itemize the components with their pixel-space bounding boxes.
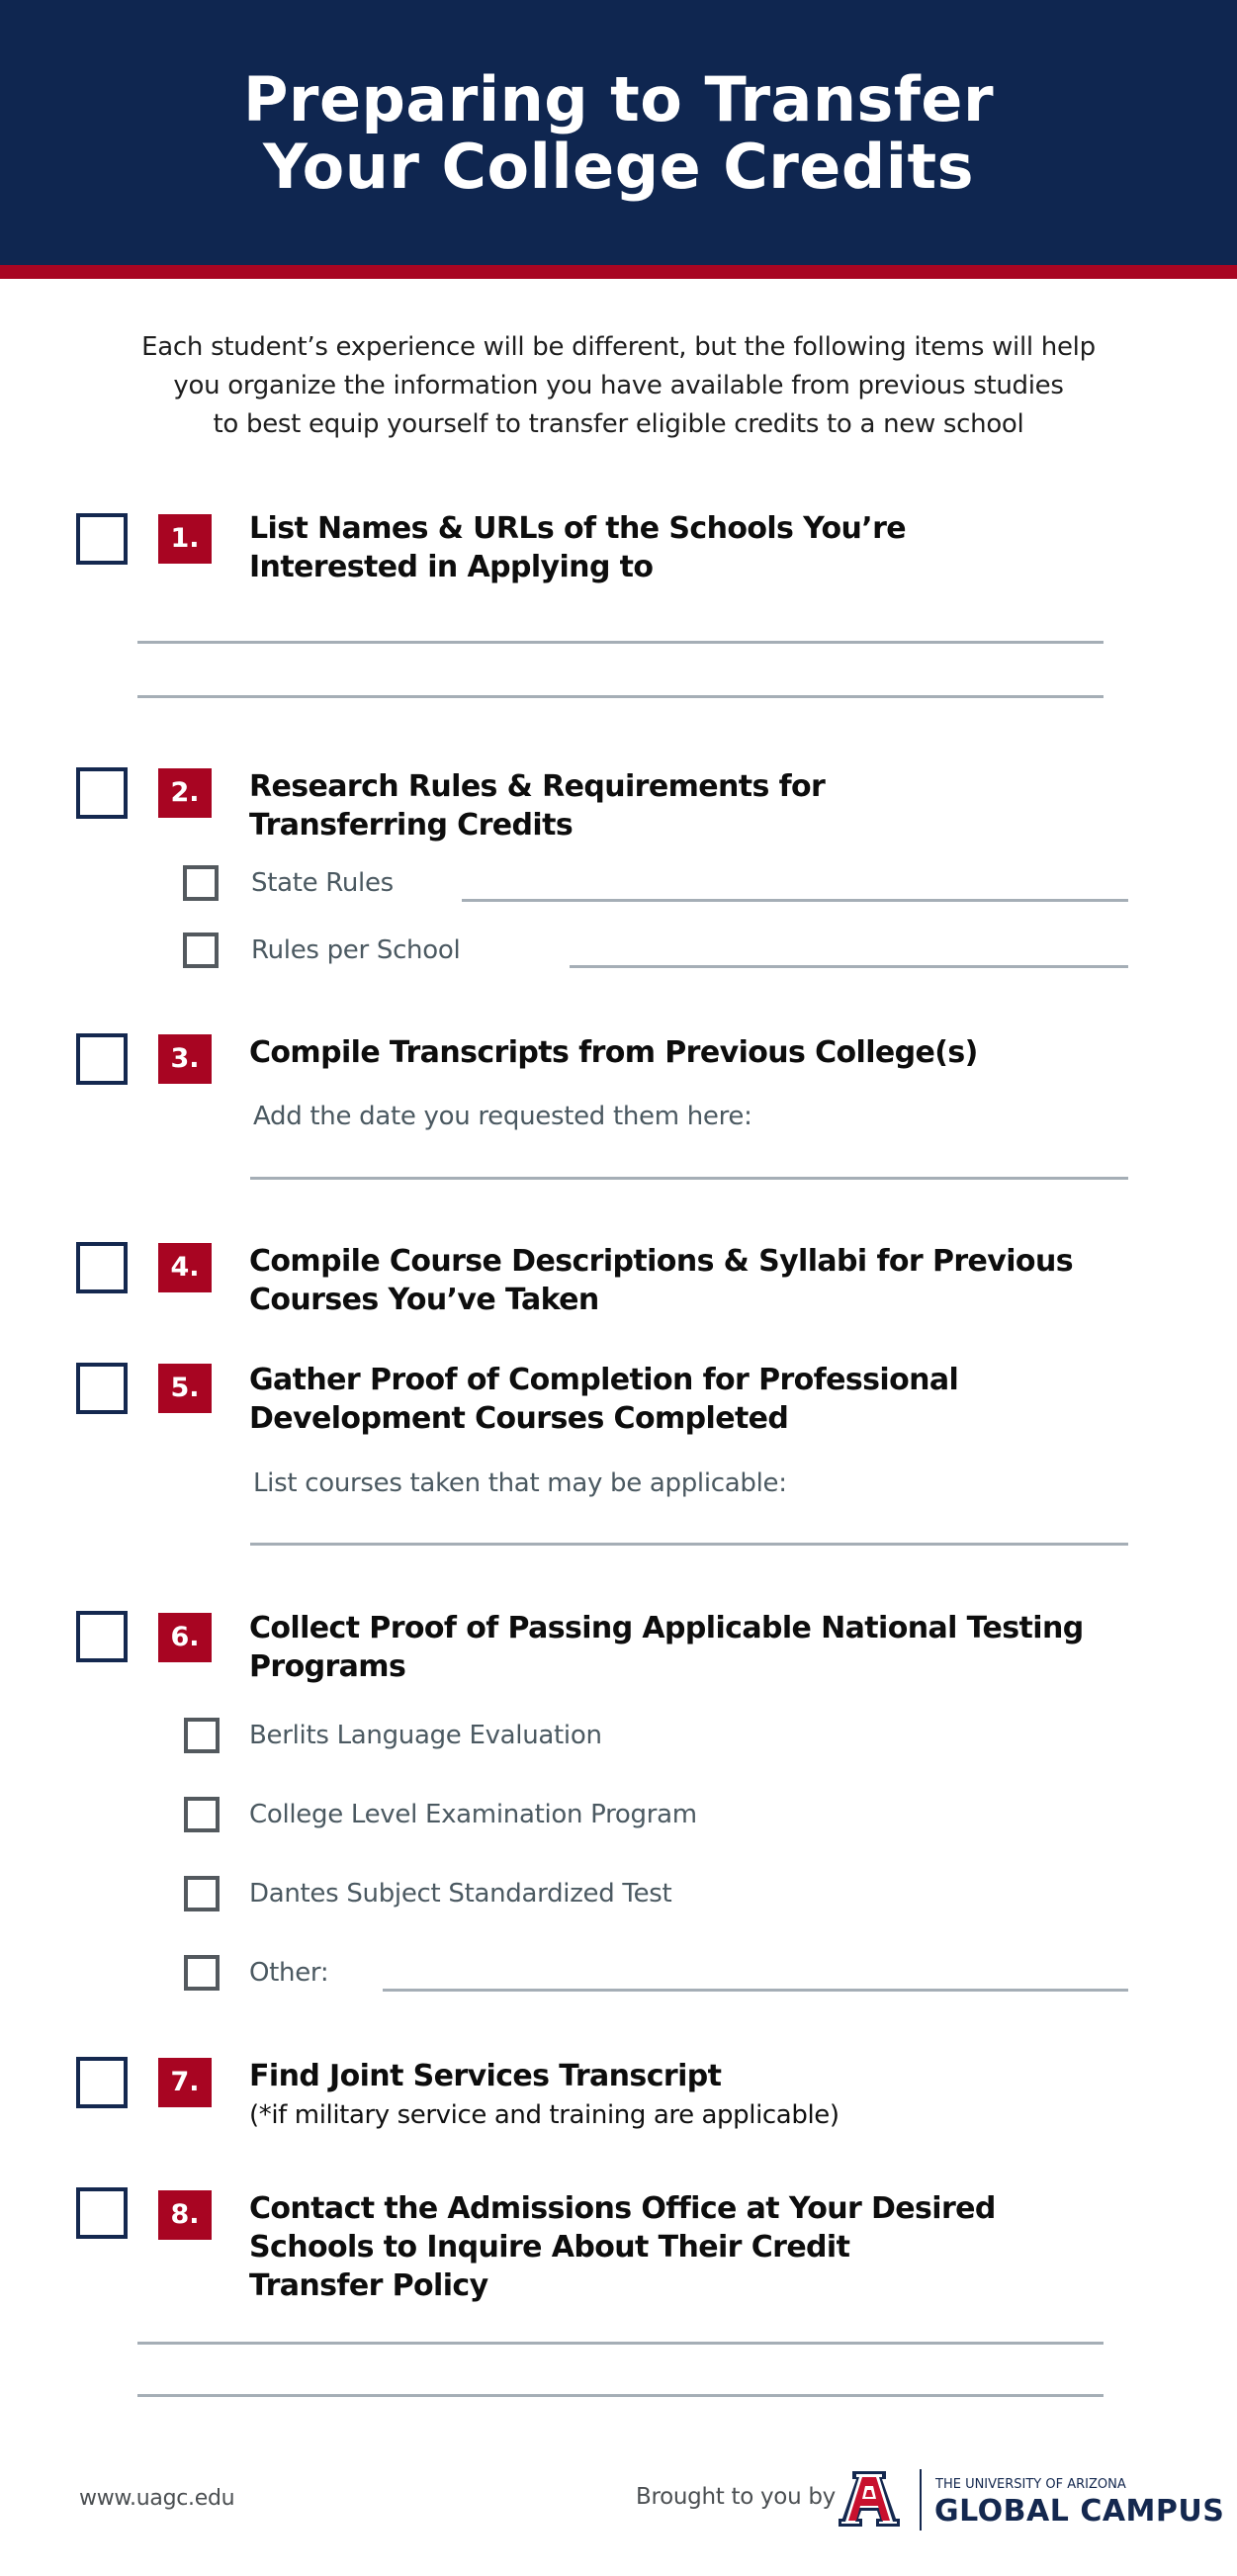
item-1-title-line: List Names & URLs of the Schools You’re — [249, 511, 907, 546]
item-5-title: Gather Proof of Completion for Professio… — [249, 1361, 959, 1438]
subitem-rules-per-school-label: Rules per School — [251, 935, 461, 965]
subitem-clep-label: College Level Examination Program — [249, 1800, 697, 1829]
item-5-checkbox[interactable] — [76, 1363, 128, 1414]
item-8-number-badge: 8. — [158, 2190, 212, 2240]
logo-divider — [920, 2469, 922, 2531]
item-2-title-line: Research Rules & Requirements for — [249, 769, 826, 804]
item-1-checkbox[interactable] — [76, 513, 128, 565]
item-5-title-line: Development Courses Completed — [249, 1401, 789, 1436]
header-accent-stripe — [0, 265, 1237, 279]
subitem-clep-checkbox[interactable] — [184, 1797, 220, 1832]
item-3-write-line[interactable] — [250, 1177, 1128, 1180]
block-a-logo-icon — [839, 2469, 900, 2529]
item-1-number-badge: 1. — [158, 514, 212, 564]
item-2-title-line: Transferring Credits — [249, 808, 574, 843]
subitem-dsst-checkbox[interactable] — [184, 1876, 220, 1911]
item-6-title-line: Programs — [249, 1649, 406, 1684]
state-rules-write-line[interactable] — [462, 899, 1128, 902]
item-1-write-line-2[interactable] — [137, 695, 1104, 698]
item-7-checkbox[interactable] — [76, 2057, 128, 2108]
item-5-write-line[interactable] — [250, 1543, 1128, 1546]
subitem-state-rules-checkbox[interactable] — [183, 865, 219, 901]
item-4-number-badge: 4. — [158, 1243, 212, 1292]
item-4-title: Compile Course Descriptions & Syllabi fo… — [249, 1242, 1074, 1319]
subitem-state-rules-label: State Rules — [251, 868, 394, 898]
item-4-title-line: Courses You’ve Taken — [249, 1283, 599, 1317]
subitem-other-checkbox[interactable] — [184, 1955, 220, 1991]
item-8-write-line-1[interactable] — [137, 2342, 1104, 2345]
item-7-number-badge: 7. — [158, 2058, 212, 2107]
intro-line: Each student’s experience will be differ… — [141, 332, 1096, 362]
item-7-title: Find Joint Services Transcript — [249, 2057, 722, 2095]
item-2-number-badge: 2. — [158, 768, 212, 818]
subitem-rules-per-school-checkbox[interactable] — [183, 933, 219, 968]
item-6-title-line: Collect Proof of Passing Applicable Nati… — [249, 1611, 1084, 1645]
item-1-title-line: Interested in Applying to — [249, 550, 654, 584]
item-6-checkbox[interactable] — [76, 1611, 128, 1662]
logo-campus-name: GLOBAL CAMPUS — [934, 2494, 1225, 2529]
item-8-title-line: Contact the Admissions Office at Your De… — [249, 2191, 996, 2226]
subitem-berlits-checkbox[interactable] — [184, 1718, 220, 1753]
item-4-title-line: Compile Course Descriptions & Syllabi fo… — [249, 1244, 1074, 1279]
item-3-number-badge: 3. — [158, 1034, 212, 1084]
header-banner: Preparing to Transfer Your College Credi… — [0, 0, 1237, 265]
brought-to-you-by-text: Brought to you by — [636, 2484, 836, 2510]
item-5-prompt: List courses taken that may be applicabl… — [253, 1468, 787, 1498]
subitem-dsst-label: Dantes Subject Standardized Test — [249, 1879, 672, 1909]
item-8-title: Contact the Admissions Office at Your De… — [249, 2189, 996, 2305]
item-7-title-line: Find Joint Services Transcript — [249, 2059, 722, 2093]
item-7-note: (*if military service and training are a… — [249, 2100, 839, 2130]
website-url[interactable]: www.uagc.edu — [79, 2486, 235, 2511]
item-5-number-badge: 5. — [158, 1364, 212, 1413]
subitem-berlits-label: Berlits Language Evaluation — [249, 1721, 602, 1750]
item-8-title-line: Transfer Policy — [249, 2268, 488, 2303]
item-6-title: Collect Proof of Passing Applicable Nati… — [249, 1609, 1084, 1686]
item-8-title-line: Schools to Inquire About Their Credit — [249, 2230, 850, 2265]
item-3-title: Compile Transcripts from Previous Colleg… — [249, 1033, 978, 1072]
intro-paragraph: Each student’s experience will be differ… — [0, 328, 1237, 444]
item-6-number-badge: 6. — [158, 1613, 212, 1662]
item-5-title-line: Gather Proof of Completion for Professio… — [249, 1363, 959, 1397]
item-2-title: Research Rules & Requirements for Transf… — [249, 767, 826, 844]
logo-university-name: THE UNIVERSITY OF ARIZONA — [935, 2477, 1126, 2492]
item-8-checkbox[interactable] — [76, 2187, 128, 2239]
item-1-title: List Names & URLs of the Schools You’re … — [249, 509, 907, 586]
rules-per-school-write-line[interactable] — [570, 965, 1128, 968]
subitem-other-label: Other: — [249, 1958, 329, 1988]
item-3-title-line: Compile Transcripts from Previous Colleg… — [249, 1035, 978, 1070]
page-title-line-2: Your College Credits — [262, 131, 975, 203]
intro-line: to best equip yourself to transfer eligi… — [213, 409, 1024, 439]
item-3-checkbox[interactable] — [76, 1033, 128, 1085]
other-write-line[interactable] — [383, 1989, 1128, 1992]
intro-line: you organize the information you have av… — [173, 371, 1064, 400]
page-title-line-1: Preparing to Transfer — [242, 63, 995, 135]
item-8-write-line-2[interactable] — [137, 2394, 1104, 2397]
item-1-write-line-1[interactable] — [137, 641, 1104, 644]
item-3-prompt: Add the date you requested them here: — [253, 1102, 752, 1131]
uagc-logo: THE UNIVERSITY OF ARIZONA GLOBAL CAMPUS — [839, 2469, 1224, 2532]
item-2-checkbox[interactable] — [76, 767, 128, 819]
item-4-checkbox[interactable] — [76, 1242, 128, 1293]
